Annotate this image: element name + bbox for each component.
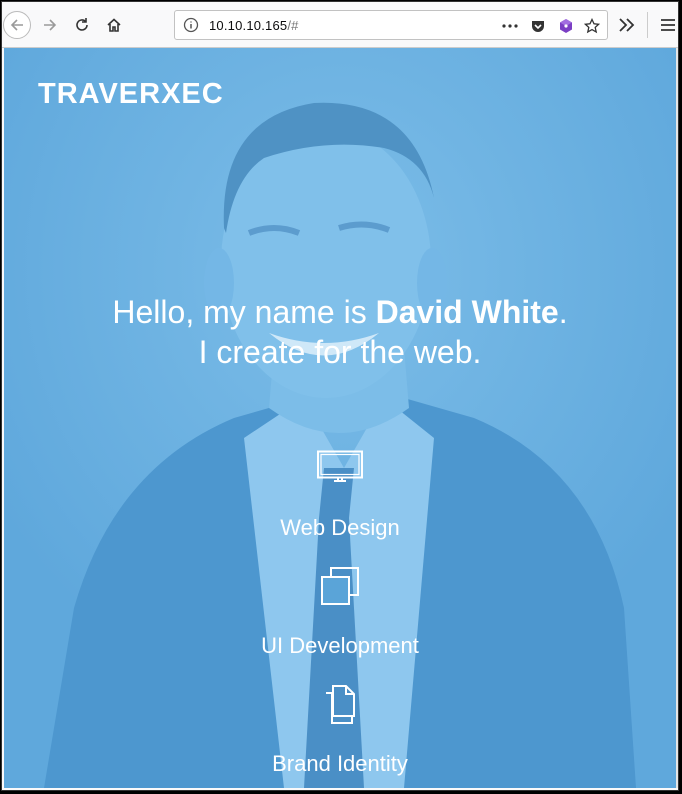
service-web-design-icon-wrap bbox=[4, 450, 676, 484]
url-text[interactable]: 10.10.10.165/# bbox=[209, 18, 299, 33]
home-button[interactable] bbox=[100, 11, 128, 39]
home-icon bbox=[107, 18, 121, 32]
hero-subheadline: I create for the web. bbox=[198, 334, 482, 370]
service-label-brand-identity: Brand Identity bbox=[272, 751, 408, 776]
url-path: /# bbox=[287, 18, 299, 33]
extension-button[interactable] bbox=[557, 17, 575, 35]
info-icon[interactable] bbox=[183, 17, 199, 33]
star-icon bbox=[584, 18, 600, 34]
site-brand-logo[interactable]: TRAVERXEC bbox=[38, 78, 224, 111]
stacked-windows-icon bbox=[321, 567, 359, 605]
service-label-web-design: Web Design bbox=[280, 515, 400, 540]
arrow-right-icon bbox=[44, 19, 57, 31]
url-host: 10.10.10.165 bbox=[209, 18, 288, 33]
headline-name: David White bbox=[375, 294, 559, 330]
overflow-chevrons-icon[interactable] bbox=[616, 15, 638, 35]
documents-icon bbox=[326, 685, 355, 724]
hamburger-menu-icon[interactable] bbox=[658, 15, 678, 35]
service-ui-dev-icon-wrap bbox=[4, 566, 676, 606]
hero-section: TRAVERXEC Hello, my name is David White.… bbox=[4, 48, 676, 788]
page-actions-button[interactable] bbox=[501, 17, 519, 35]
bookmark-button[interactable] bbox=[583, 17, 601, 35]
pocket-button[interactable] bbox=[529, 17, 547, 35]
pocket-icon bbox=[532, 21, 544, 32]
monitor-icon bbox=[317, 450, 363, 482]
headline-suffix: . bbox=[558, 294, 568, 330]
cube-extension-icon bbox=[560, 19, 572, 33]
more-dots-icon bbox=[502, 24, 518, 28]
hero-portrait-image bbox=[4, 48, 676, 788]
browser-window: 10.10.10.165/# TRAVERXEC Hello, my name … bbox=[1, 1, 679, 791]
headline-prefix: Hello, my name is bbox=[112, 294, 376, 330]
arrow-left-icon bbox=[10, 19, 23, 31]
service-label-ui-development: UI Development bbox=[261, 633, 419, 658]
url-bar[interactable]: 10.10.10.165/# bbox=[174, 10, 608, 40]
hero-headline: Hello, my name is David White. bbox=[4, 294, 676, 331]
browser-toolbar: 10.10.10.165/# bbox=[2, 2, 678, 48]
forward-button[interactable] bbox=[36, 11, 64, 39]
page-scrollbar[interactable] bbox=[676, 48, 678, 788]
service-brand-identity-icon-wrap bbox=[4, 684, 676, 724]
toolbar-separator bbox=[647, 12, 648, 38]
reload-button[interactable] bbox=[68, 11, 96, 39]
reload-icon bbox=[76, 18, 88, 31]
back-button[interactable] bbox=[3, 11, 31, 39]
